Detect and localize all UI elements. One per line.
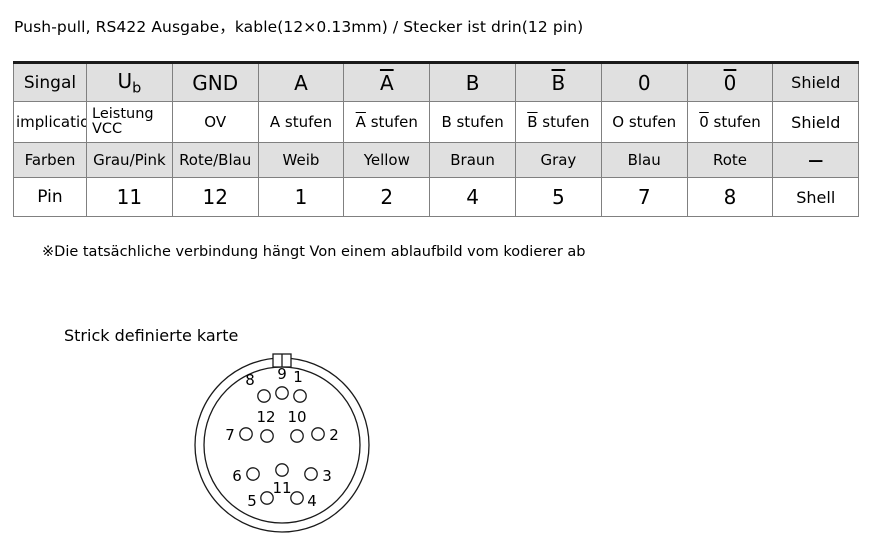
cell-farben-none: — <box>772 142 860 178</box>
cell-pin-8: 8 <box>686 177 774 217</box>
cell-farben-rote-blau: Rote/Blau <box>171 142 259 178</box>
cell-farben-braun: Braun <box>429 142 516 178</box>
cell-impl-b-stufen: B stufen <box>429 101 516 143</box>
zero-overline: 0 <box>723 70 737 95</box>
footnote: ※Die tatsächliche verbindung hängt Von e… <box>42 244 586 260</box>
pin-hole-6 <box>246 467 260 481</box>
table-row-farben: Farben Grau/Pink Rote/Blau Weib Yellow B… <box>13 142 860 178</box>
a-overline: A <box>379 70 394 95</box>
cell-impl-b-inverted-stufen: B stufen <box>514 101 602 143</box>
connector-body <box>194 357 370 533</box>
cell-impl-leistung-vcc: Leistung VCC <box>86 101 173 143</box>
a-overline: A <box>355 113 366 131</box>
cell-signal-a-inverted: A <box>343 61 431 102</box>
pin-hole-8 <box>257 389 271 403</box>
pin-label-11: 11 <box>272 479 291 497</box>
table-row-pin: Pin 11 12 1 2 4 5 7 8 Shell <box>13 177 860 217</box>
cell-signal-ub: Ub <box>86 61 173 102</box>
pin-hole-3 <box>304 467 318 481</box>
pin-label-6: 6 <box>232 467 242 485</box>
cell-impl-shield: Shield <box>772 101 860 143</box>
b-overline: B <box>551 70 566 95</box>
pin-hole-10 <box>290 429 304 443</box>
pin-label-7: 7 <box>225 426 235 444</box>
cell-signal-b-inverted: B <box>514 61 602 102</box>
cell-signal-zero: 0 <box>600 61 688 102</box>
cell-pin-12: 12 <box>171 177 259 217</box>
pin-label-10: 10 <box>287 408 306 426</box>
pin-hole-9 <box>275 386 289 400</box>
cell-pin-7: 7 <box>600 177 688 217</box>
diagram-caption: Strick definierte karte <box>64 326 239 345</box>
b-overline: B <box>527 113 538 131</box>
cell-signal-shield: Shield <box>772 61 860 102</box>
zero-stufen-rest: stufen <box>708 113 761 131</box>
cell-pin-11: 11 <box>86 177 173 217</box>
row-label-signal: Singal <box>13 61 87 102</box>
a-stufen-rest: stufen <box>365 113 418 131</box>
connector-pinout-diagram: 1 2 3 4 5 6 7 8 9 10 11 12 <box>188 352 384 548</box>
row-label-pin: Pin <box>13 177 87 217</box>
pin-label-8: 8 <box>245 371 255 389</box>
cell-signal-zero-inverted: 0 <box>686 61 774 102</box>
cell-pin-4: 4 <box>429 177 516 217</box>
pin-hole-2 <box>311 427 325 441</box>
zero-overline: 0 <box>699 113 709 131</box>
pin-label-12: 12 <box>256 408 275 426</box>
cell-farben-weib: Weib <box>257 142 345 178</box>
leistung-line2: VCC <box>92 121 123 137</box>
table-row-implication: implication Leistung VCC OV A stufen A s… <box>13 101 860 143</box>
cell-pin-5: 5 <box>514 177 602 217</box>
table-row-signal: Singal Ub GND A A B B 0 0 Shield <box>13 61 860 102</box>
pin-label-9: 9 <box>277 365 287 383</box>
b-stufen-rest: stufen <box>537 113 590 131</box>
cell-farben-gray: Gray <box>514 142 602 178</box>
cell-impl-ov: OV <box>171 101 259 143</box>
pin-hole-12 <box>260 429 274 443</box>
connector-outer-ring <box>194 357 370 533</box>
ub-base: U <box>117 68 133 93</box>
ub-subscript: b <box>132 80 142 97</box>
cell-farben-blau: Blau <box>600 142 688 178</box>
pin-hole-1 <box>293 389 307 403</box>
row-label-farben: Farben <box>13 142 87 178</box>
cell-impl-zero-inverted-stufen: 0 stufen <box>686 101 774 143</box>
pin-hole-4 <box>290 491 304 505</box>
pin-label-2: 2 <box>329 426 339 444</box>
pin-hole-7 <box>239 427 253 441</box>
cell-farben-yellow: Yellow <box>343 142 431 178</box>
cell-signal-gnd: GND <box>171 61 259 102</box>
cell-farben-rote: Rote <box>686 142 774 178</box>
pin-label-3: 3 <box>322 467 332 485</box>
cell-impl-a-inverted-stufen: A stufen <box>343 101 431 143</box>
cell-pin-shell: Shell <box>772 177 860 217</box>
pin-label-5: 5 <box>247 492 257 510</box>
pin-hole-5 <box>260 491 274 505</box>
pin-hole-11 <box>275 463 289 477</box>
leistung-line1: Leistung <box>92 106 154 123</box>
page-title: Push-pull, RS422 Ausgabe，kable(12×0.13mm… <box>14 18 584 36</box>
cell-impl-o-stufen: O stufen <box>600 101 688 143</box>
cell-pin-1: 1 <box>257 177 345 217</box>
cell-signal-b: B <box>429 61 516 102</box>
cell-impl-a-stufen: A stufen <box>257 101 345 143</box>
row-label-implication: implication <box>13 101 87 143</box>
pin-label-4: 4 <box>307 492 317 510</box>
pin-assignment-table: Singal Ub GND A A B B 0 0 Shield implica… <box>13 61 860 217</box>
cell-farben-grau-pink: Grau/Pink <box>86 142 173 178</box>
cell-pin-2: 2 <box>343 177 431 217</box>
pin-label-1: 1 <box>293 368 303 386</box>
cell-signal-a: A <box>257 61 345 102</box>
